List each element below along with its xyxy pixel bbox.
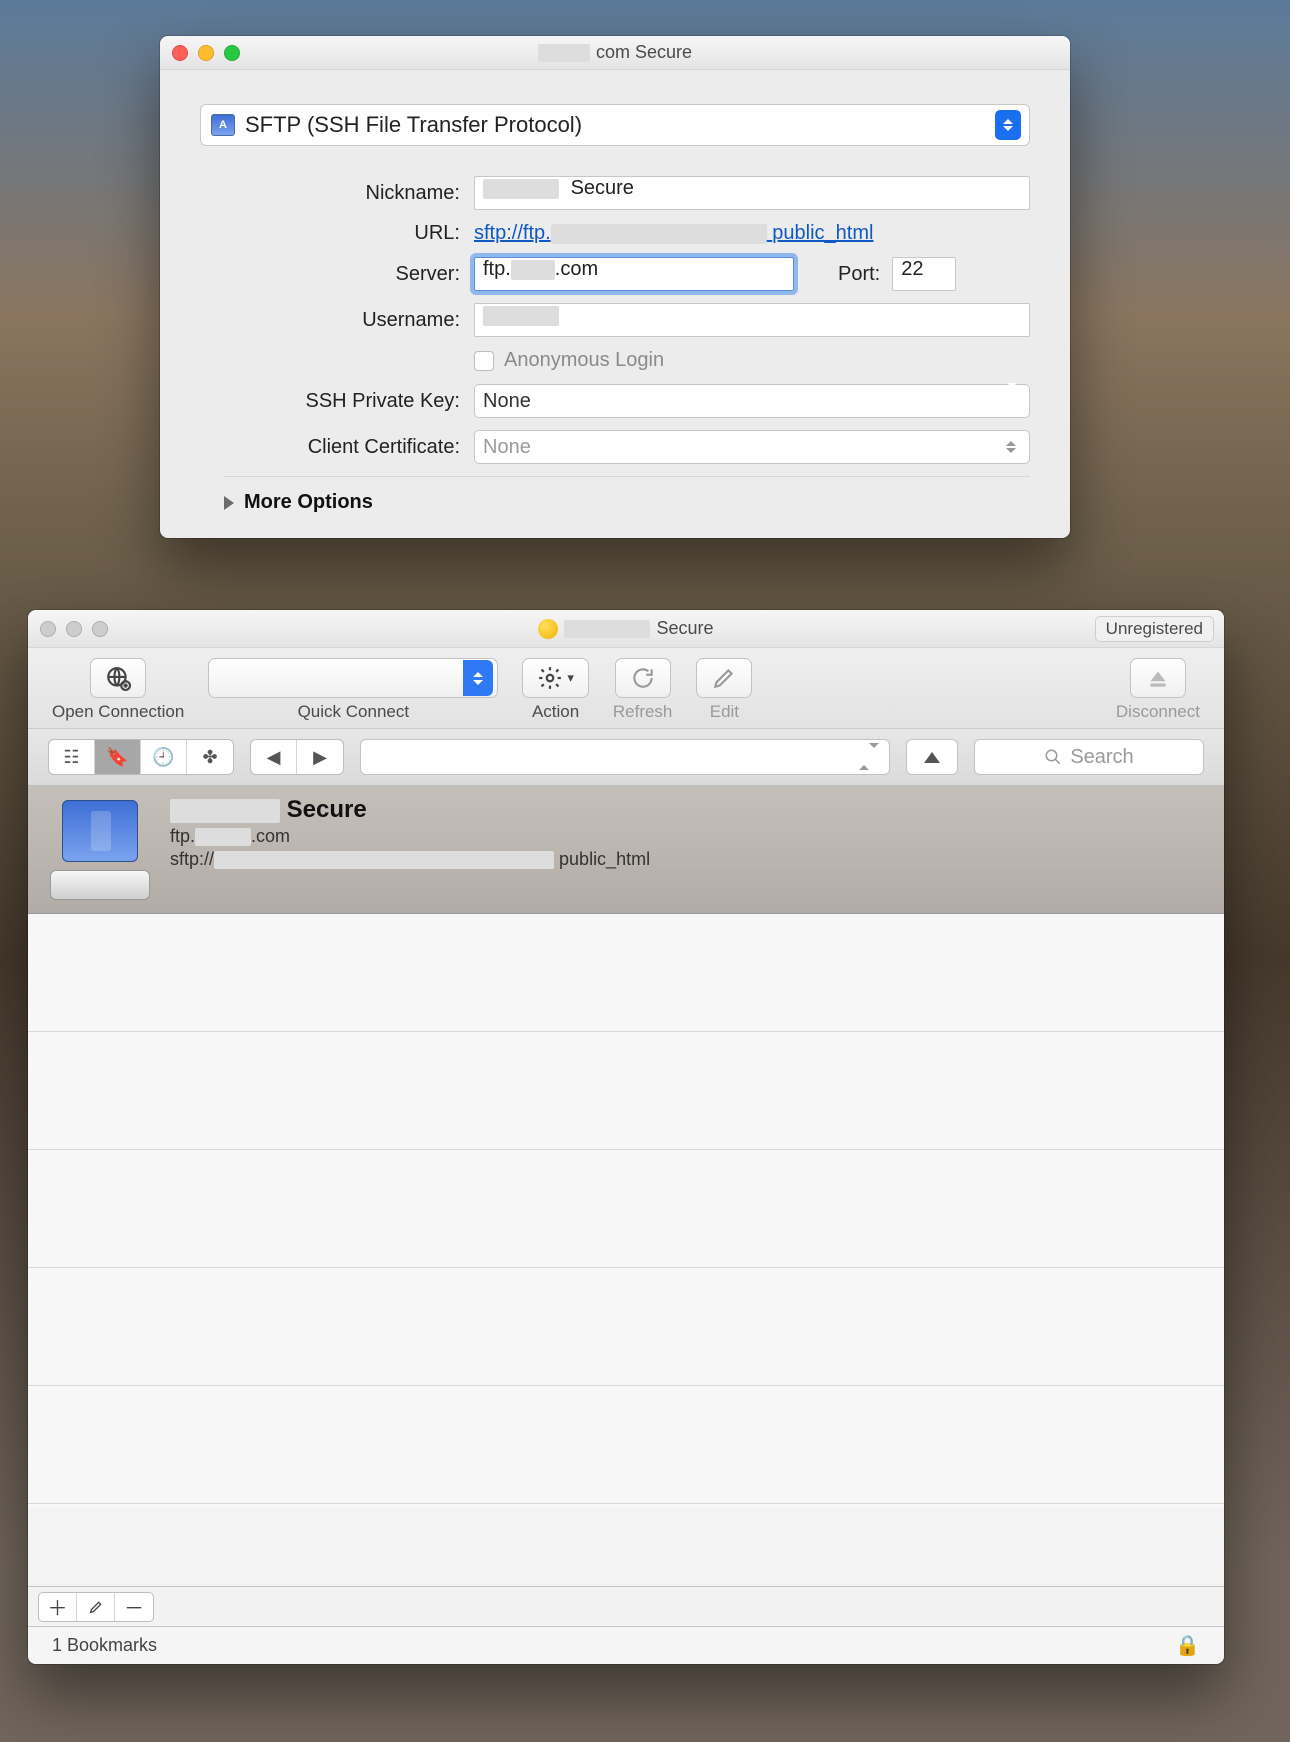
main-toolbar: Open Connection Quick Connect ▾ Action R… — [28, 648, 1224, 729]
disconnect-button[interactable] — [1130, 658, 1186, 698]
search-icon — [1044, 748, 1062, 766]
server-input[interactable]: ftp..com — [474, 257, 794, 291]
close-icon[interactable] — [172, 45, 188, 61]
status-text: 1 Bookmarks — [52, 1635, 157, 1656]
browser-window-title: Secure — [28, 618, 1224, 639]
chevron-updown-icon — [997, 388, 1021, 414]
username-input[interactable] — [474, 303, 1030, 337]
drive-icon — [50, 800, 150, 900]
client-cert-select: None — [474, 430, 1030, 464]
refresh-button[interactable] — [615, 658, 671, 698]
chevron-right-icon — [224, 496, 234, 510]
remove-bookmark-button[interactable]: － — [115, 1593, 153, 1621]
chevron-updown-icon — [859, 748, 879, 766]
quick-connect-label: Quick Connect — [298, 702, 410, 722]
bottom-action-bar: ＋ － — [28, 1586, 1224, 1626]
settings-window-title: com Secure — [160, 42, 1070, 63]
nickname-label: Nickname: — [224, 182, 474, 205]
chevron-down-icon — [463, 660, 493, 696]
globe-plus-icon — [105, 665, 131, 691]
pencil-icon — [88, 1599, 104, 1615]
bookmark-title: Secure — [170, 796, 650, 824]
minimize-icon[interactable] — [198, 45, 214, 61]
view-segmented-control[interactable]: ☷ 🔖 🕘 ✤ — [48, 739, 234, 775]
edit-label: Edit — [710, 702, 739, 722]
url-label: URL: — [224, 222, 474, 245]
nav-back-icon[interactable]: ◀ — [251, 740, 297, 774]
minimize-icon[interactable] — [66, 621, 82, 637]
app-icon — [538, 619, 558, 639]
edit-bookmark-button[interactable] — [77, 1593, 115, 1621]
bookmark-url: sftp:// public_html — [170, 849, 650, 870]
open-connection-label: Open Connection — [52, 702, 184, 722]
path-select[interactable] — [360, 739, 890, 775]
bookmarks-view-icon[interactable]: 🔖 — [95, 740, 141, 774]
eject-icon — [1145, 665, 1171, 691]
protocol-select[interactable]: A SFTP (SSH File Transfer Protocol) — [200, 104, 1030, 146]
port-input[interactable]: 22 — [892, 257, 956, 291]
list-item — [28, 1032, 1224, 1150]
add-bookmark-button[interactable]: ＋ — [39, 1593, 77, 1621]
zoom-icon[interactable] — [92, 621, 108, 637]
action-label: Action — [532, 702, 579, 722]
history-view-icon[interactable]: 🕘 — [141, 740, 187, 774]
search-input[interactable]: Search — [974, 739, 1204, 775]
status-bar: 1 Bookmarks 🔒 — [28, 1626, 1224, 1664]
anonymous-login-label: Anonymous Login — [504, 349, 664, 372]
more-options-toggle[interactable]: More Options — [224, 476, 1030, 518]
chevron-updown-icon — [995, 110, 1021, 140]
pencil-icon — [711, 665, 737, 691]
ssh-key-select[interactable]: None — [474, 384, 1030, 418]
anonymous-login-checkbox[interactable] — [474, 351, 494, 371]
bookmark-settings-window: com Secure A SFTP (SSH File Transfer Pro… — [160, 36, 1070, 538]
bonjour-view-icon[interactable]: ✤ — [187, 740, 233, 774]
quick-connect-combo[interactable] — [208, 658, 498, 698]
action-button[interactable]: ▾ — [522, 658, 589, 698]
settings-titlebar[interactable]: com Secure — [160, 36, 1070, 70]
open-connection-button[interactable] — [90, 658, 146, 698]
client-cert-label: Client Certificate: — [224, 436, 474, 459]
refresh-label: Refresh — [613, 702, 673, 722]
bookmark-host: ftp..com — [170, 826, 650, 847]
close-icon[interactable] — [40, 621, 56, 637]
browser-titlebar[interactable]: Secure Unregistered — [28, 610, 1224, 648]
browser-window: Secure Unregistered Open Connection Quic… — [28, 610, 1224, 1664]
gear-icon — [537, 665, 563, 691]
nav-forward-icon[interactable]: ▶ — [297, 740, 343, 774]
nickname-input[interactable]: Secure — [474, 176, 1030, 210]
secondary-toolbar: ☷ 🔖 🕘 ✤ ◀ ▶ Search — [28, 729, 1224, 786]
url-link[interactable]: sftp://ftp. public_html — [474, 222, 873, 245]
server-label: Server: — [224, 263, 474, 286]
ssh-key-label: SSH Private Key: — [224, 390, 474, 413]
go-up-button[interactable] — [906, 739, 958, 775]
edit-button[interactable] — [696, 658, 752, 698]
username-label: Username: — [224, 309, 474, 332]
disk-icon: A — [211, 114, 235, 136]
list-item — [28, 914, 1224, 1032]
outline-view-icon[interactable]: ☷ — [49, 740, 95, 774]
protocol-value: SFTP (SSH File Transfer Protocol) — [245, 112, 582, 138]
list-item — [28, 1150, 1224, 1268]
lock-icon: 🔒 — [1175, 1633, 1200, 1658]
bookmark-row[interactable]: Secure ftp..com sftp:// public_html — [28, 786, 1224, 914]
list-item — [28, 1386, 1224, 1504]
refresh-icon — [630, 665, 656, 691]
chevron-updown-icon — [1001, 435, 1021, 459]
nav-segmented-control[interactable]: ◀ ▶ — [250, 739, 344, 775]
zoom-icon[interactable] — [224, 45, 240, 61]
disconnect-label: Disconnect — [1116, 702, 1200, 722]
unregistered-badge[interactable]: Unregistered — [1095, 616, 1214, 642]
bookmark-list: Secure ftp..com sftp:// public_html — [28, 786, 1224, 1508]
list-item — [28, 1268, 1224, 1386]
port-label: Port: — [794, 263, 892, 286]
